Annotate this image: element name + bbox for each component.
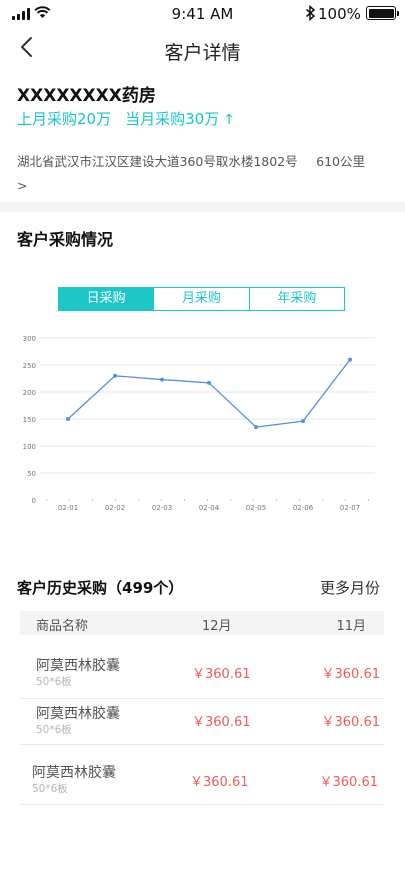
x-tick-label: 02-02 [105,504,125,512]
column-header-dec: 12月 [202,619,232,634]
x-tick-label: 02-05 [246,504,266,512]
this-month-purchase: 当月采购30万 [125,110,220,128]
price-nov: ￥360.61 [321,715,381,730]
history-title: 客户历史采购（499个） [17,579,184,597]
price-nov: ￥360.61 [321,667,381,682]
tab-monthly[interactable]: 月采购 [153,288,248,310]
customer-distance: 610公里 [316,154,365,169]
column-header-product: 商品名称 [36,619,89,634]
arrow-up-icon: ↑ [223,112,235,128]
product-spec: 50*6板 [36,676,72,688]
column-header-nov: 11月 [336,619,366,634]
price-dec: ￥360.61 [190,775,249,790]
product-spec: 50*6板 [32,783,68,795]
customer-name: XXXXXXXX药房 [17,86,156,106]
last-month-purchase: 上月采购20万 [17,110,112,128]
table-row[interactable]: 阿莫西林胶囊 50*6板 ￥360.61 ￥360.61 [20,693,384,745]
tab-daily[interactable]: 日采购 [59,288,154,310]
tab-yearly[interactable]: 年采购 [248,288,344,310]
section-divider [0,202,405,212]
nav-bar: 客户详情 [0,28,405,72]
data-point [301,419,305,424]
page-title: 客户详情 [164,42,241,64]
x-tick-label: 02-04 [199,504,220,512]
table-row[interactable]: 阿莫西林胶囊 50*6板 ￥360.61 ￥360.61 [20,641,384,699]
series-line [67,359,351,428]
battery-percent: 100% [318,5,361,23]
data-point [254,425,258,430]
purchase-summary: 上月采购20万 当月采购30万 ↑ [17,108,235,129]
x-tick-label: 02-06 [293,504,314,512]
y-tick-label: 0 [32,497,36,505]
product-name: 阿莫西林胶囊 [32,765,116,781]
x-tick-label: 02-01 [58,504,78,512]
x-tick-label: 02-03 [152,504,172,512]
table-header: 商品名称 12月 11月 [20,611,384,635]
price-dec: ￥360.61 [192,667,251,682]
purchase-section-title: 客户采购情况 [17,230,114,249]
bluetooth-icon [306,5,316,21]
more-months-link[interactable]: 更多月份 [320,577,380,598]
y-tick-label: 300 [23,335,36,343]
data-point [66,417,70,421]
product-name: 阿莫西林胶囊 [36,706,120,722]
purchase-tabs: 日采购 月采购 年采购 [58,287,345,311]
status-bar: 9:41 AM 100% [0,0,405,26]
y-tick-label: 150 [23,416,36,424]
price-nov: ￥360.61 [319,775,379,790]
y-tick-label: 250 [23,362,36,370]
product-spec: 50*6板 [36,724,72,736]
data-point [160,377,164,382]
customer-address[interactable]: 湖北省武汉市江汉区建设大道360号取水楼1802号 > [17,150,307,198]
purchase-line-chart: 0 50 100 150 200 250 300 02-01 02-02 02-03 02-04 02… [23,335,375,512]
x-tick-label: 02-07 [340,504,360,512]
price-dec: ￥360.61 [192,715,251,730]
data-point [113,373,117,378]
data-point [207,380,211,385]
y-tick-label: 100 [23,443,36,451]
y-tick-label: 200 [23,389,36,397]
data-point [348,357,352,362]
battery-icon [366,6,399,20]
table-row[interactable]: 阿莫西林胶囊 50*6板 ￥360.61 ￥360.61 [20,745,384,805]
y-tick-label: 50 [27,470,36,478]
product-name: 阿莫西林胶囊 [36,658,120,674]
